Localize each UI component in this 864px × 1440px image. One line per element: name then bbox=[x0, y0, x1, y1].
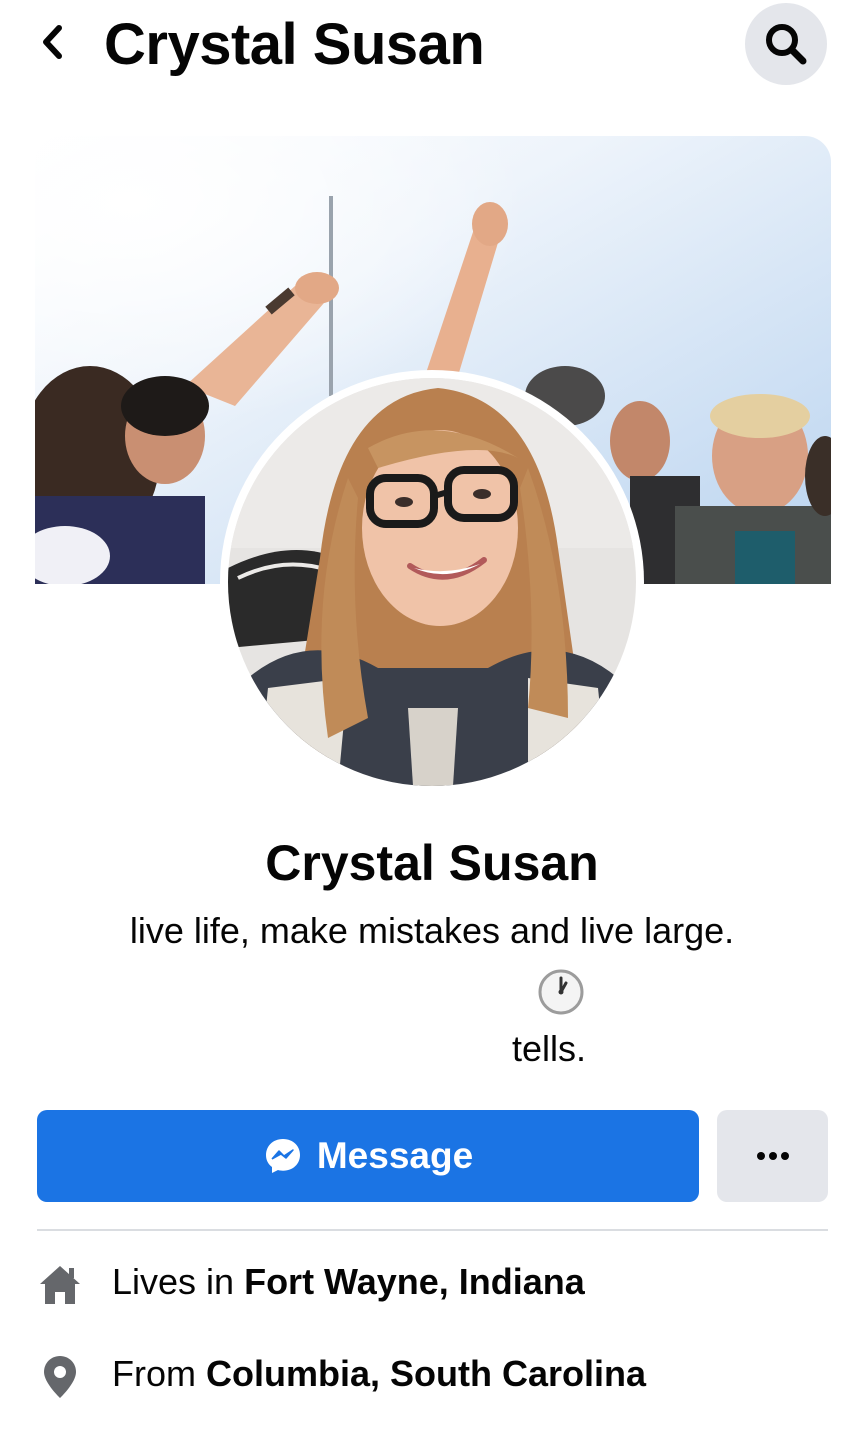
more-dots-icon bbox=[756, 1152, 789, 1160]
messenger-icon bbox=[265, 1139, 300, 1173]
bio-text-line2: tells. bbox=[512, 1028, 587, 1069]
detail-row-from: From Columbia, South Carolina bbox=[0, 1344, 864, 1404]
profile-name: Crystal Susan bbox=[265, 835, 599, 891]
back-button[interactable] bbox=[30, 20, 74, 64]
detail-value-link[interactable]: Fort Wayne, Indiana bbox=[244, 1261, 585, 1302]
search-button[interactable] bbox=[745, 3, 827, 85]
detail-prefix: Lives in bbox=[112, 1261, 235, 1302]
clock-icon bbox=[538, 969, 584, 1015]
bio-text: live life, make mistakes and live large. bbox=[129, 910, 735, 951]
home-icon bbox=[40, 1266, 80, 1304]
more-options-button[interactable] bbox=[717, 1110, 828, 1202]
page-title: Crystal Susan bbox=[104, 12, 485, 77]
location-pin-icon bbox=[44, 1356, 76, 1398]
profile-photo-image bbox=[228, 378, 636, 786]
top-bar: Crystal Susan bbox=[0, 0, 864, 92]
detail-text: Lives in Fort Wayne, Indiana bbox=[112, 1252, 585, 1312]
profile-picture[interactable] bbox=[220, 370, 644, 794]
detail-value-link[interactable]: Columbia, South Carolina bbox=[206, 1353, 646, 1394]
detail-prefix: From bbox=[112, 1353, 196, 1394]
detail-text: From Columbia, South Carolina bbox=[112, 1344, 646, 1404]
message-button-label: Message bbox=[316, 1135, 474, 1176]
chevron-left-icon bbox=[43, 25, 62, 59]
divider bbox=[37, 1229, 828, 1231]
detail-row-lives-in: Lives in Fort Wayne, Indiana bbox=[0, 1252, 864, 1312]
message-button[interactable]: Message bbox=[37, 1110, 699, 1202]
search-icon bbox=[766, 24, 807, 65]
